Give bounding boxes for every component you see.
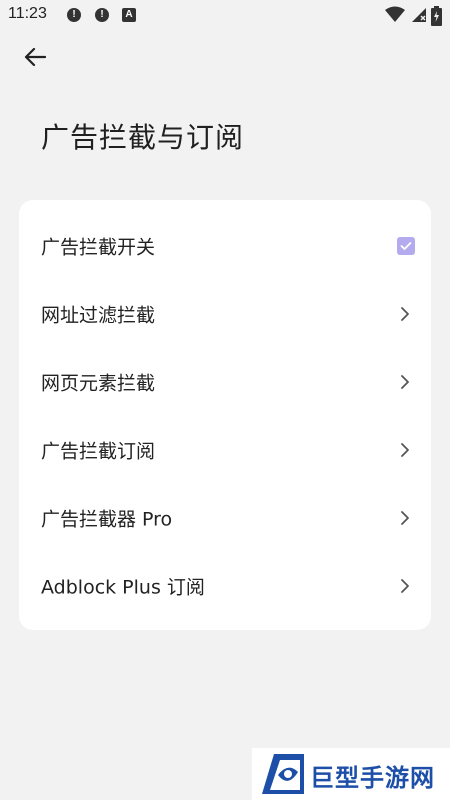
row-label: Adblock Plus 订阅	[41, 576, 205, 599]
arrow-left-icon	[24, 47, 46, 67]
chevron-right-icon	[401, 443, 409, 457]
wifi-icon	[385, 6, 405, 22]
page-title: 广告拦截与订阅	[41, 121, 245, 154]
alert-notification-icon: !	[67, 8, 81, 22]
ad-block-subscription-row[interactable]: 广告拦截订阅	[19, 416, 431, 484]
element-block-row[interactable]: 网页元素拦截	[19, 348, 431, 416]
ad-block-checkbox[interactable]	[397, 237, 415, 255]
status-time: 11:23	[8, 5, 47, 22]
back-button[interactable]	[16, 40, 54, 74]
row-label: 广告拦截订阅	[41, 440, 156, 463]
watermark-text: 巨型手游网	[310, 764, 435, 792]
signal-icon	[412, 8, 426, 22]
ad-blocker-pro-row[interactable]: 广告拦截器 Pro	[19, 484, 431, 552]
chevron-right-icon	[401, 511, 409, 525]
status-bar: 11:23 ! ! A	[0, 0, 450, 32]
ad-block-toggle-row[interactable]: 广告拦截开关	[19, 212, 431, 280]
site-watermark: 巨型手游网	[252, 748, 450, 800]
row-label: 网页元素拦截	[41, 372, 156, 395]
row-label: 网址过滤拦截	[41, 304, 156, 327]
row-label: 广告拦截开关	[41, 236, 156, 259]
row-label: 广告拦截器 Pro	[41, 508, 173, 531]
chevron-right-icon	[401, 307, 409, 321]
watermark-logo-icon	[262, 754, 304, 794]
settings-card: 广告拦截开关 网址过滤拦截 网页元素拦截 广告拦截订阅 广告拦截器 Pro Ad…	[19, 200, 431, 630]
adblock-plus-subscription-row[interactable]: Adblock Plus 订阅	[19, 552, 431, 620]
chevron-right-icon	[401, 579, 409, 593]
app-notification-icon: A	[122, 8, 136, 22]
check-icon	[400, 242, 412, 250]
alert-notification-icon: !	[95, 8, 109, 22]
url-filter-row[interactable]: 网址过滤拦截	[19, 280, 431, 348]
battery-icon	[431, 6, 442, 26]
chevron-right-icon	[401, 375, 409, 389]
